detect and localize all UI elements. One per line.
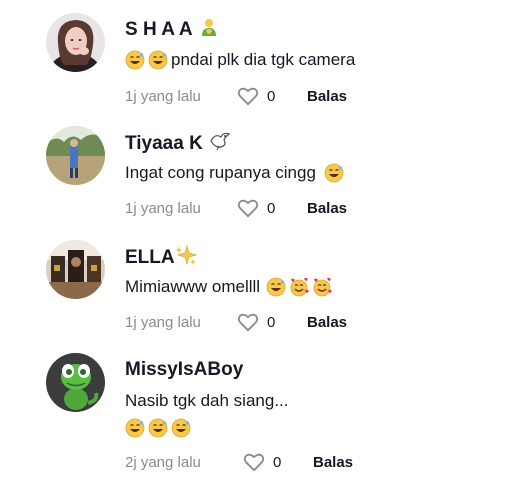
comment-text: Ingat cong rupanya cingg	[125, 163, 347, 183]
comment-meta: 1j yang lalu 0 Balas	[125, 198, 347, 218]
grinning-sweat-emoji-icon	[148, 418, 168, 438]
reply-button[interactable]: Balas	[307, 314, 347, 331]
timestamp: 1j yang lalu	[125, 87, 201, 105]
username[interactable]: ELLA	[125, 244, 197, 271]
avatar[interactable]	[46, 353, 105, 412]
like-count: 0	[267, 313, 276, 331]
like-count: 0	[273, 453, 282, 471]
comment-text-content: pndai plk dia tgk camera	[171, 50, 356, 69]
smiling-hearts-emoji-icon	[289, 277, 309, 297]
grinning-sweat-emoji-icon	[148, 50, 168, 70]
like-heart-icon[interactable]	[243, 452, 265, 472]
comment-text-content: Mimiawww omellll	[125, 277, 261, 296]
comment-text-content: Ingat cong rupanya cingg	[125, 163, 316, 182]
reply-button[interactable]: Balas	[307, 88, 347, 105]
dove-emoji-icon	[209, 131, 231, 156]
timestamp: 1j yang lalu	[125, 313, 201, 331]
grinning-sweat-emoji-icon	[125, 50, 145, 70]
avatar[interactable]	[46, 240, 105, 299]
smiling-hearts-emoji-icon	[312, 277, 332, 297]
username-text: ELLA	[125, 246, 175, 268]
like-heart-icon[interactable]	[237, 312, 259, 332]
timestamp: 1j yang lalu	[125, 199, 201, 217]
person-with-heart-hands-emoji-icon	[199, 17, 219, 42]
username-text: S H A A	[125, 18, 193, 40]
username-text: MissyIsABoy	[125, 359, 244, 380]
comment-meta: 1j yang lalu 0 Balas	[125, 86, 347, 106]
comment-text-content: Nasib tgk dah siang...	[125, 391, 289, 410]
username-text: Tiyaaa K	[125, 132, 203, 154]
comment-meta: 2j yang lalu 0 Balas	[125, 452, 353, 472]
grinning-sweat-emoji-icon	[266, 277, 286, 297]
comment-text: Nasib tgk dah siang...	[125, 391, 288, 411]
avatar[interactable]	[46, 126, 105, 185]
grinning-sweat-emoji-icon	[171, 418, 191, 438]
reply-button[interactable]: Balas	[307, 200, 347, 217]
like-heart-icon[interactable]	[237, 198, 259, 218]
like-heart-icon[interactable]	[237, 86, 259, 106]
username[interactable]: S H A A	[125, 17, 219, 42]
avatar[interactable]	[46, 13, 105, 72]
username[interactable]: MissyIsABoy	[125, 359, 243, 381]
grinning-sweat-emoji-icon	[125, 418, 145, 438]
username[interactable]: Tiyaaa K	[125, 131, 231, 156]
comment-text-emoji-line	[125, 418, 194, 438]
like-count: 0	[267, 199, 276, 217]
reply-button[interactable]: Balas	[313, 454, 353, 471]
comment-text: Mimiawww omellll	[125, 277, 335, 297]
comment-meta: 1j yang lalu 0 Balas	[125, 312, 347, 332]
timestamp: 2j yang lalu	[125, 453, 201, 471]
comment-text: pndai plk dia tgk camera	[125, 50, 355, 70]
sparkles-emoji-icon	[174, 244, 197, 271]
like-count: 0	[267, 87, 276, 105]
grinning-sweat-emoji-icon	[324, 163, 344, 183]
